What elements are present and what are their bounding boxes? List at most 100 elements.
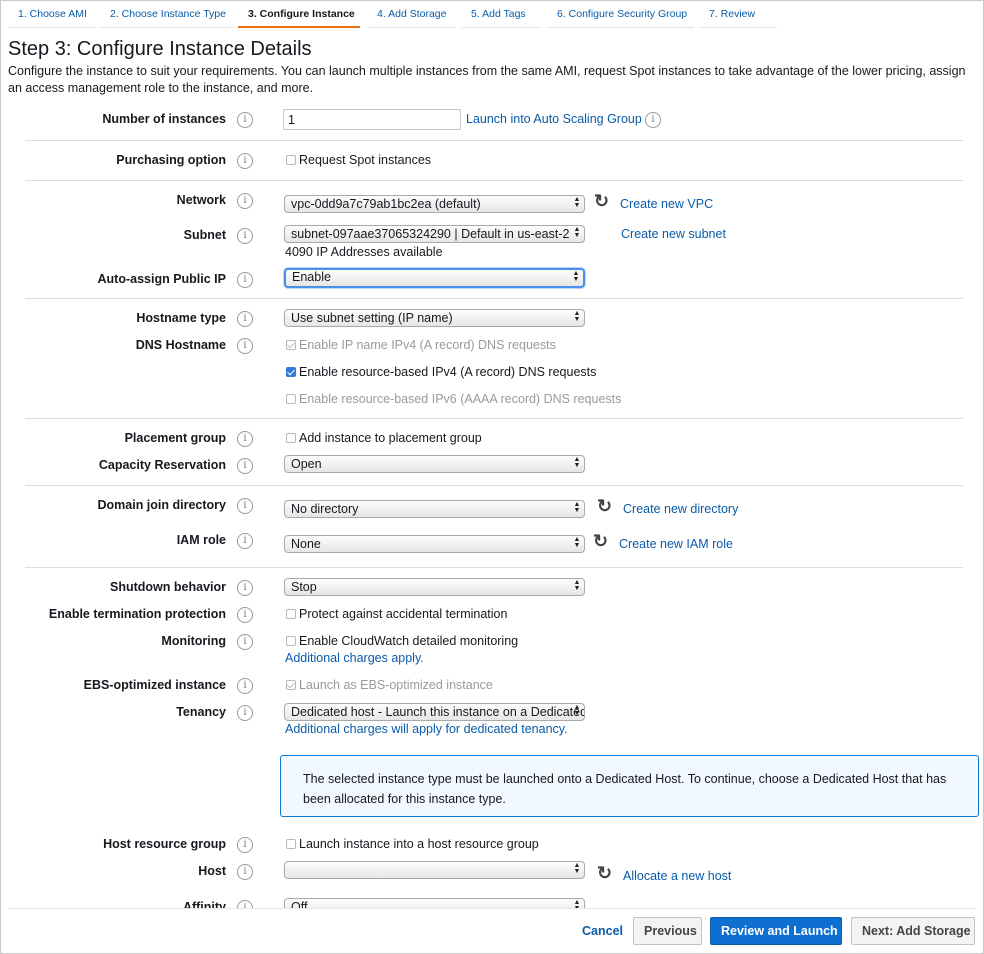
select-arrows-icon: ▲▼	[573, 501, 581, 514]
shutdown-behavior-select[interactable]: Stop ▲ ▼	[284, 578, 585, 596]
label-domain-join-directory: Domain join directory	[97, 498, 227, 512]
label-auto-assign-public-ip: Auto-assign Public IP	[97, 272, 227, 286]
label-dns-hostname: DNS Hostname	[135, 338, 226, 352]
affinity-value: Off	[291, 900, 308, 908]
info-icon[interactable]: i	[237, 607, 253, 623]
host-select[interactable]: ▲ ▼	[284, 861, 585, 879]
tab-choose-ami[interactable]: 1. Choose AMI	[8, 0, 96, 28]
label-host: Host	[198, 864, 226, 878]
ebs-optimized-label: Launch as EBS-optimized instance	[299, 678, 493, 692]
info-icon[interactable]: i	[237, 498, 253, 514]
iam-role-value: None	[291, 537, 321, 551]
iam-role-select[interactable]: None ▲ ▼	[284, 535, 585, 553]
dns-ipv4-resource-row[interactable]: Enable resource-based IPv4 (A record) DN…	[286, 365, 596, 379]
cloudwatch-monitoring-row[interactable]: Enable CloudWatch detailed monitoring	[286, 634, 518, 648]
info-icon[interactable]: i	[645, 112, 661, 128]
dns-ipv4-ip-name-checkbox	[286, 340, 296, 350]
create-new-directory-link[interactable]: Create new directory	[623, 502, 738, 516]
info-icon[interactable]: i	[237, 311, 253, 327]
select-arrows-icon: ▲▼	[573, 704, 581, 717]
shutdown-behavior-value: Stop	[291, 580, 317, 594]
next-add-storage-button[interactable]: Next: Add Storage	[851, 917, 975, 945]
placement-group-label: Add instance to placement group	[299, 431, 482, 445]
host-resource-group-row[interactable]: Launch instance into a host resource gro…	[286, 837, 539, 851]
refresh-icon[interactable]: ↻	[593, 532, 611, 551]
tenancy-value: Dedicated host - Launch this instance on…	[291, 705, 585, 719]
refresh-icon[interactable]: ↻	[597, 864, 615, 883]
select-arrows-icon: ▲▼	[573, 226, 581, 239]
info-icon[interactable]: i	[237, 153, 253, 169]
info-icon[interactable]: i	[237, 272, 253, 288]
dedicated-tenancy-charges-link[interactable]: Additional charges will apply for dedica…	[285, 722, 568, 736]
launch-auto-scaling-link[interactable]: Launch into Auto Scaling Group	[466, 112, 642, 126]
termination-protection-row[interactable]: Protect against accidental termination	[286, 607, 507, 621]
info-icon[interactable]: i	[237, 634, 253, 650]
domain-join-directory-select[interactable]: No directory ▲ ▼	[284, 500, 585, 518]
footer-divider	[8, 908, 976, 909]
subnet-select[interactable]: subnet-097aae37065324290 | Default in us…	[284, 225, 585, 243]
create-new-vpc-link[interactable]: Create new VPC	[620, 197, 713, 211]
cloudwatch-monitoring-checkbox[interactable]	[286, 636, 296, 646]
placement-group-row[interactable]: Add instance to placement group	[286, 431, 482, 445]
placement-group-checkbox[interactable]	[286, 433, 296, 443]
ip-addresses-available: 4090 IP Addresses available	[285, 245, 443, 259]
label-subnet: Subnet	[183, 228, 226, 242]
tab-review[interactable]: 7. Review	[699, 0, 777, 28]
tab-configure-instance[interactable]: 3. Configure Instance	[238, 0, 360, 28]
tab-add-tags[interactable]: 5. Add Tags	[461, 0, 541, 28]
hostname-type-value: Use subnet setting (IP name)	[291, 311, 453, 325]
hostname-type-select[interactable]: Use subnet setting (IP name) ▲ ▼	[284, 309, 585, 327]
review-and-launch-button[interactable]: Review and Launch	[710, 917, 842, 945]
info-icon[interactable]: i	[237, 338, 253, 354]
info-icon[interactable]: i	[237, 431, 253, 447]
previous-button[interactable]: Previous	[633, 917, 702, 945]
cancel-button[interactable]: Cancel	[571, 917, 634, 945]
select-arrows-icon: ▲▼	[573, 899, 581, 908]
info-icon[interactable]: i	[237, 228, 253, 244]
info-icon[interactable]: i	[237, 112, 253, 128]
number-of-instances-input[interactable]	[283, 109, 461, 130]
dns-ipv4-ip-name-row: Enable IP name IPv4 (A record) DNS reque…	[286, 338, 556, 352]
label-host-resource-group: Host resource group	[103, 837, 226, 851]
cloudwatch-monitoring-label: Enable CloudWatch detailed monitoring	[299, 634, 519, 648]
host-resource-group-checkbox[interactable]	[286, 839, 296, 849]
refresh-icon[interactable]: ↻	[597, 497, 615, 516]
info-icon[interactable]: i	[237, 580, 253, 596]
dns-ipv6-resource-checkbox	[286, 394, 296, 404]
monitoring-charges-link[interactable]: Additional charges apply.	[285, 651, 424, 665]
info-icon[interactable]: i	[237, 837, 253, 853]
divider	[25, 567, 963, 568]
create-new-iam-role-link[interactable]: Create new IAM role	[619, 537, 733, 551]
info-icon[interactable]: i	[237, 705, 253, 721]
request-spot-checkbox-row[interactable]: Request Spot instances	[286, 153, 431, 167]
info-icon[interactable]: i	[237, 193, 253, 209]
termination-protection-checkbox[interactable]	[286, 609, 296, 619]
tab-add-storage[interactable]: 4. Add Storage	[367, 0, 456, 28]
request-spot-checkbox[interactable]	[286, 155, 296, 165]
tab-choose-instance-type[interactable]: 2. Choose Instance Type	[100, 0, 234, 28]
label-termination-protection: Enable termination protection	[48, 607, 226, 621]
affinity-select[interactable]: Off ▲▼	[284, 898, 585, 908]
subnet-select-value: subnet-097aae37065324290 | Default in us…	[291, 227, 570, 241]
tenancy-select[interactable]: Dedicated host - Launch this instance on…	[284, 703, 585, 721]
refresh-icon[interactable]: ↻	[594, 192, 612, 211]
domain-join-directory-value: No directory	[291, 502, 359, 516]
create-new-subnet-link[interactable]: Create new subnet	[621, 227, 726, 241]
label-network: Network	[176, 193, 226, 207]
divider	[25, 180, 963, 181]
info-icon[interactable]: i	[237, 678, 253, 694]
capacity-reservation-value: Open	[291, 457, 322, 471]
tab-configure-security-group[interactable]: 6. Configure Security Group	[547, 0, 694, 28]
info-icon[interactable]: i	[237, 900, 253, 908]
dns-ipv4-resource-checkbox[interactable]	[286, 367, 296, 377]
label-affinity: Affinity	[182, 900, 226, 908]
network-select[interactable]: vpc-0dd9a7c79ab1bc2ea (default) ▲ ▼	[284, 195, 585, 213]
auto-assign-public-ip-select[interactable]: Enable ▲ ▼	[284, 268, 585, 288]
info-icon[interactable]: i	[237, 533, 253, 549]
info-icon[interactable]: i	[237, 864, 253, 880]
capacity-reservation-select[interactable]: Open ▲ ▼	[284, 455, 585, 473]
allocate-new-host-link[interactable]: Allocate a new host	[623, 869, 731, 883]
info-icon[interactable]: i	[237, 458, 253, 474]
select-arrows-icon: ▲▼	[573, 310, 581, 323]
label-number-of-instances: Number of instances	[102, 112, 226, 126]
